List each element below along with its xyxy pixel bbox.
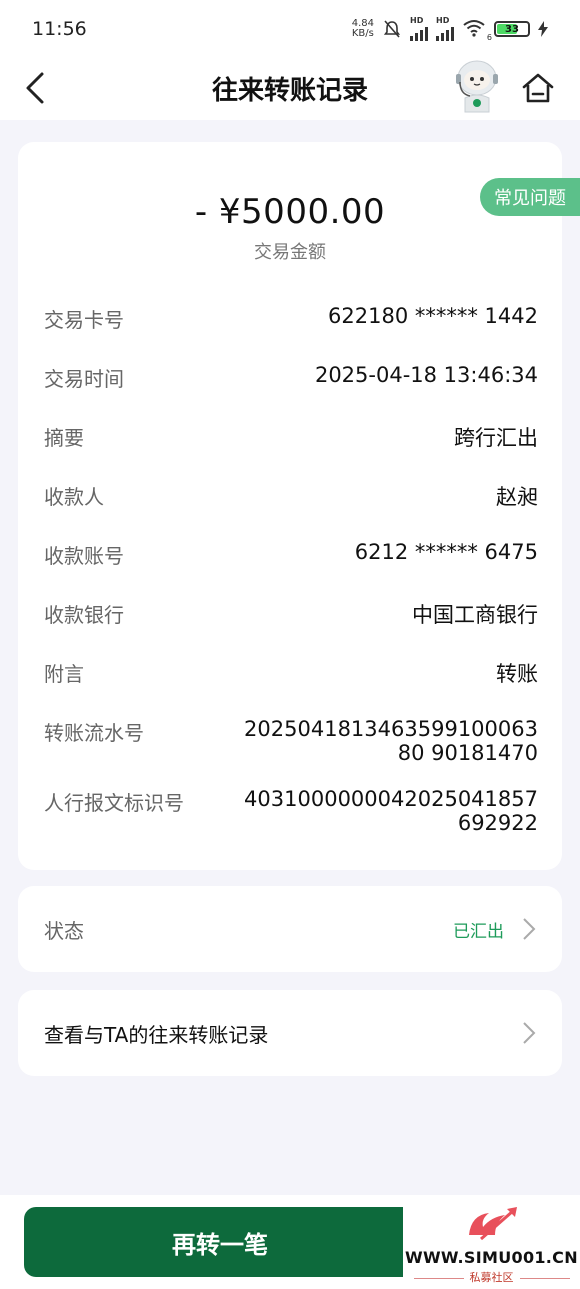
network-speed: 4.84 KB/s bbox=[351, 18, 374, 39]
wifi-icon bbox=[463, 19, 485, 37]
status-row[interactable]: 状态 已汇出 bbox=[18, 886, 562, 972]
row-card-number: 交易卡号 622180 ****** 1442 bbox=[44, 304, 538, 332]
nav-bar: 往来转账记录 bbox=[0, 58, 580, 120]
row-transaction-time: 交易时间 2025-04-18 13:46:34 bbox=[44, 363, 538, 391]
clock: 11:56 bbox=[32, 18, 87, 40]
row-summary: 摘要 跨行汇出 bbox=[44, 426, 538, 450]
row-payee: 收款人 赵昶 bbox=[44, 485, 538, 509]
signal-1: HD bbox=[410, 17, 428, 41]
row-remark: 附言 转账 bbox=[44, 662, 538, 686]
status-label: 状态 bbox=[44, 918, 84, 943]
signal-bars-icon bbox=[410, 25, 428, 41]
signal-bars-icon bbox=[436, 25, 454, 41]
signal-2: HD bbox=[436, 17, 454, 41]
watermark-sub: 私募社区 bbox=[403, 1269, 580, 1285]
transfer-history-link[interactable]: 查看与TA的往来转账记录 bbox=[18, 990, 562, 1076]
watermark: WWW.SIMU001.CN 私募社区 bbox=[403, 1205, 580, 1285]
row-payee-bank: 收款银行 中国工商银行 bbox=[44, 603, 538, 627]
charging-bolt-icon bbox=[538, 21, 548, 37]
home-icon[interactable] bbox=[520, 70, 556, 106]
robot-assistant-icon[interactable] bbox=[452, 58, 502, 114]
amount-label: 交易金额 bbox=[254, 242, 326, 263]
faq-button[interactable]: 常见问题 bbox=[480, 178, 580, 216]
status-value: 已汇出 bbox=[453, 921, 504, 942]
mute-bell-icon bbox=[383, 20, 401, 38]
row-payee-account: 收款账号 6212 ****** 6475 bbox=[44, 540, 538, 568]
detail-rows: 交易卡号 622180 ****** 1442 交易时间 2025-04-18 … bbox=[44, 304, 538, 857]
wifi: 6 bbox=[462, 19, 492, 42]
row-serial-number: 转账流水号 202504181346359910006380 90181470 bbox=[44, 717, 538, 765]
transaction-detail-card: - ¥5000.00 交易金额 交易卡号 622180 ****** 1442 … bbox=[18, 142, 562, 870]
history-link-label: 查看与TA的往来转账记录 bbox=[44, 1022, 269, 1047]
watermark-logo-icon bbox=[469, 1207, 517, 1241]
row-pboc-message-id: 人行报文标识号 4031000000042025041857692922 bbox=[44, 787, 538, 835]
watermark-site: WWW.SIMU001.CN bbox=[405, 1248, 578, 1267]
battery-icon: 33 bbox=[494, 21, 530, 37]
chevron-right-icon bbox=[523, 918, 536, 940]
chevron-right-icon bbox=[523, 1022, 536, 1044]
status-icons: 4.84 KB/s HD HD 6 33 bbox=[351, 17, 548, 42]
status-bar: 11:56 4.84 KB/s HD HD 6 33 bbox=[0, 0, 580, 58]
